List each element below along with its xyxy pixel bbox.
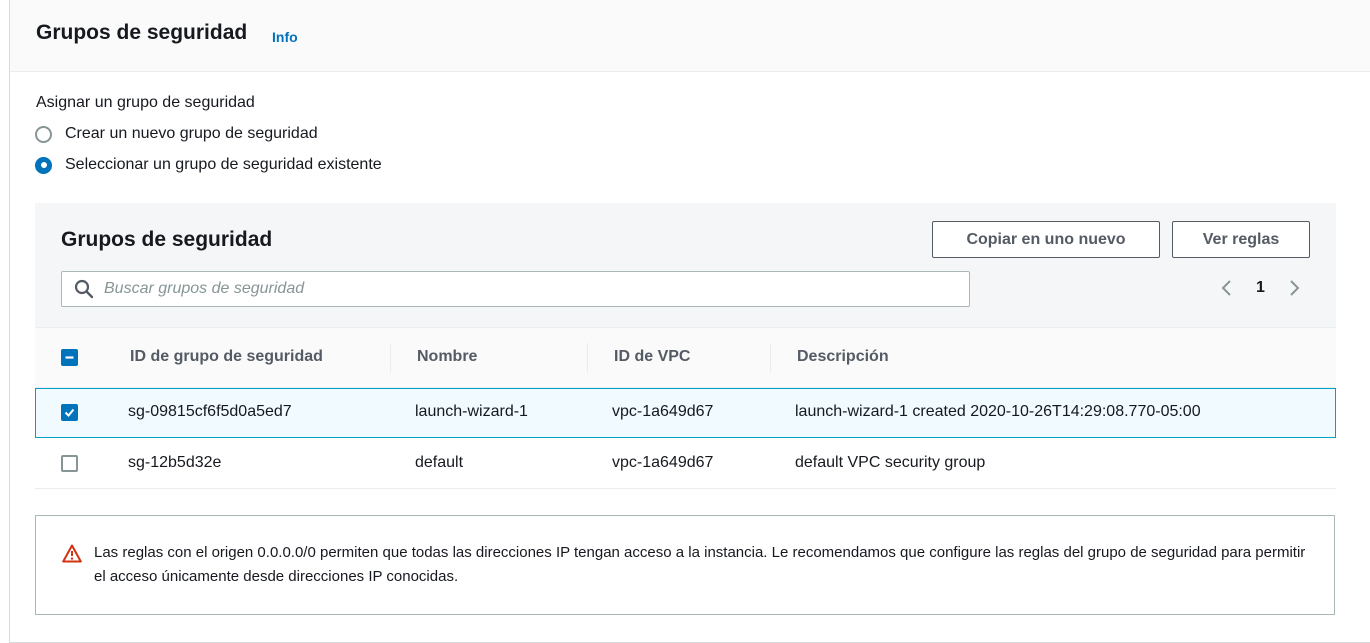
pagination: 1 <box>1220 278 1301 298</box>
table-row[interactable]: sg-09815cf6f5d0a5ed7 launch-wizard-1 vpc… <box>35 388 1336 438</box>
column-header-vpc-id[interactable]: ID de VPC <box>614 348 690 366</box>
view-rules-button[interactable]: Ver reglas <box>1172 221 1310 258</box>
chevron-right-icon[interactable] <box>1287 278 1301 298</box>
row-checkbox[interactable] <box>61 455 78 472</box>
radio-label: Seleccionar un grupo de seguridad existe… <box>65 156 382 173</box>
column-header-id[interactable]: ID de grupo de seguridad <box>130 348 323 366</box>
minus-icon <box>65 356 74 359</box>
security-groups-table: Grupos de seguridad Copiar en uno nuevo … <box>35 203 1336 490</box>
radio-label: Crear un nuevo grupo de seguridad <box>65 125 318 142</box>
info-link[interactable]: Info <box>272 29 298 45</box>
search-icon <box>74 279 94 299</box>
column-header-description[interactable]: Descripción <box>797 348 889 366</box>
row-checkbox[interactable] <box>61 404 78 421</box>
copy-to-new-button[interactable]: Copiar en uno nuevo <box>932 221 1160 258</box>
cell-name: default <box>415 454 464 471</box>
cell-name: launch-wizard-1 <box>415 403 528 420</box>
panel-title: Grupos de seguridad <box>36 21 248 44</box>
radio-select-existing-group[interactable]: Seleccionar un grupo de seguridad existe… <box>35 156 382 174</box>
warning-alert: Las reglas con el origen 0.0.0.0/0 permi… <box>35 515 1335 615</box>
cell-description: launch-wizard-1 created 2020-10-26T14:29… <box>795 403 1201 420</box>
table-title: Grupos de seguridad <box>61 228 273 251</box>
radio-create-new-group[interactable]: Crear un nuevo grupo de seguridad <box>35 125 318 143</box>
checkmark-icon <box>64 408 75 417</box>
security-groups-panel: Grupos de seguridad Info Asignar un grup… <box>9 0 1370 643</box>
panel-header: Grupos de seguridad Info <box>10 0 1370 72</box>
warning-text: Las reglas con el origen 0.0.0.0/0 permi… <box>94 544 1306 585</box>
cell-security-group-id: sg-12b5d32e <box>128 454 222 471</box>
column-header-row: ID de grupo de seguridad Nombre ID de VP… <box>35 327 1336 388</box>
cell-vpc-id: vpc-1a649d67 <box>612 454 714 471</box>
column-divider[interactable] <box>587 343 588 373</box>
radio-button[interactable] <box>35 125 52 143</box>
search-box[interactable] <box>61 271 970 307</box>
chevron-left-icon[interactable] <box>1220 278 1234 298</box>
page-number[interactable]: 1 <box>1256 279 1265 297</box>
cell-description: default VPC security group <box>795 454 986 471</box>
select-all-checkbox[interactable] <box>61 349 78 366</box>
column-header-name[interactable]: Nombre <box>417 348 477 366</box>
radio-button-selected[interactable] <box>35 156 52 174</box>
table-header: Grupos de seguridad Copiar en uno nuevo … <box>35 203 1336 328</box>
warning-icon <box>62 544 82 563</box>
search-input[interactable] <box>104 280 944 298</box>
cell-vpc-id: vpc-1a649d67 <box>612 403 714 420</box>
assign-group-label: Asignar un grupo de seguridad <box>36 94 255 111</box>
cell-security-group-id: sg-09815cf6f5d0a5ed7 <box>128 403 292 420</box>
column-divider[interactable] <box>770 343 771 373</box>
table-row[interactable]: sg-12b5d32e default vpc-1a649d67 default… <box>35 439 1336 489</box>
column-divider[interactable] <box>390 343 391 373</box>
